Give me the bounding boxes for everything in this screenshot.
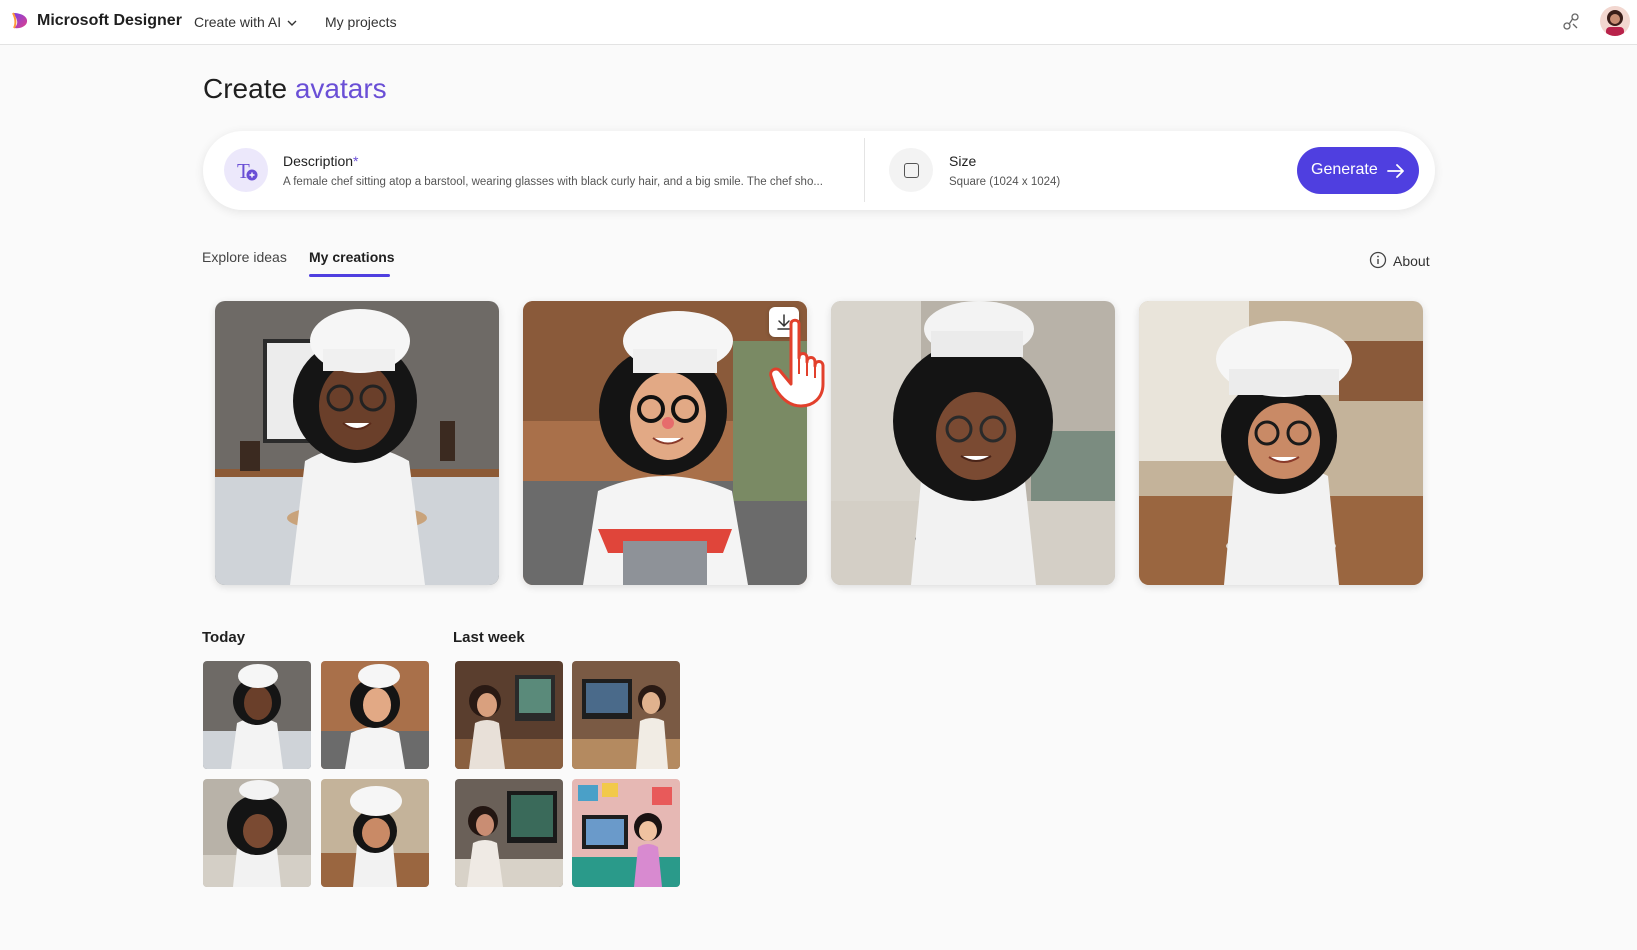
history-last-week-label: Last week bbox=[453, 629, 525, 646]
download-button[interactable] bbox=[769, 307, 799, 337]
history-last-week-thumb-4[interactable] bbox=[572, 779, 680, 887]
size-selector[interactable]: Square (1024 x 1024) bbox=[949, 176, 1060, 188]
tab-my-creations[interactable]: My creations bbox=[309, 249, 395, 265]
text-prompt-icon[interactable]: T bbox=[224, 148, 268, 192]
chevron-down-icon bbox=[287, 20, 297, 26]
generated-image-4[interactable] bbox=[1139, 301, 1423, 585]
history-last-week-thumb-1[interactable] bbox=[455, 661, 563, 769]
generated-image-1[interactable] bbox=[215, 301, 499, 585]
history-last-week-thumb-2[interactable] bbox=[572, 661, 680, 769]
history-last-week-thumb-3[interactable] bbox=[455, 779, 563, 887]
generate-button[interactable]: Generate bbox=[1297, 147, 1419, 194]
description-label-text: Description bbox=[283, 153, 354, 169]
history-today-label: Today bbox=[202, 629, 246, 646]
about-label: About bbox=[1393, 253, 1430, 269]
my-projects-link[interactable]: My projects bbox=[325, 14, 397, 30]
history-today-thumb-3[interactable] bbox=[203, 779, 311, 887]
prompt-divider bbox=[864, 138, 865, 202]
description-input[interactable]: A female chef sitting atop a barstool, w… bbox=[283, 176, 838, 188]
create-with-ai-label: Create with AI bbox=[194, 14, 282, 30]
active-tab-indicator bbox=[309, 274, 390, 277]
square-size-icon[interactable] bbox=[889, 148, 933, 192]
share-icon[interactable] bbox=[1561, 12, 1581, 32]
description-label: Description* bbox=[283, 153, 358, 169]
page-title-accent: avatars bbox=[294, 73, 387, 104]
create-with-ai-menu[interactable]: Create with AI bbox=[194, 14, 297, 30]
download-icon bbox=[777, 314, 791, 330]
page-title-prefix: Create bbox=[203, 73, 288, 104]
history-today-thumb-1[interactable] bbox=[203, 661, 311, 769]
history-today-thumb-4[interactable] bbox=[321, 779, 429, 887]
generated-image-2[interactable] bbox=[523, 301, 807, 585]
svg-text:T: T bbox=[237, 159, 250, 183]
size-label: Size bbox=[949, 153, 977, 169]
required-marker: * bbox=[353, 153, 359, 169]
app-brand[interactable]: Microsoft Designer bbox=[37, 12, 182, 30]
history-today-thumb-2[interactable] bbox=[321, 661, 429, 769]
tab-explore-ideas[interactable]: Explore ideas bbox=[202, 249, 287, 265]
generate-label: Generate bbox=[1311, 161, 1378, 178]
user-avatar[interactable] bbox=[1600, 6, 1630, 36]
info-icon bbox=[1369, 251, 1387, 269]
top-bar: Microsoft Designer Create with AI My pro… bbox=[0, 0, 1637, 45]
designer-logo-icon[interactable] bbox=[10, 11, 30, 31]
generated-image-3[interactable] bbox=[831, 301, 1115, 585]
arrow-right-icon bbox=[1387, 164, 1404, 178]
page-title: Create avatars bbox=[203, 73, 387, 105]
prompt-bar: T Description* A female chef sitting ato… bbox=[203, 131, 1435, 210]
